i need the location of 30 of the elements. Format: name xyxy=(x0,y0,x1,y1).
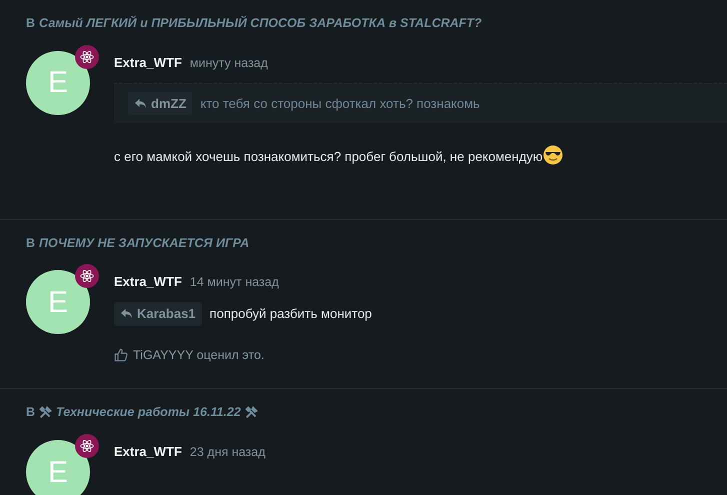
avatar: E xyxy=(26,270,90,334)
reply-icon xyxy=(120,308,133,320)
like-text: TiGAYYYY оценил это. xyxy=(133,346,264,364)
topic-link[interactable]: Технические работы 16.11.22 xyxy=(56,403,241,422)
message-text: с его мамкой хочешь познакомиться? пробег большой, не рекомендую xyxy=(114,149,543,164)
reply-author-link[interactable]: dmZZ xyxy=(128,92,192,115)
reply-author-link[interactable]: Karabas1 xyxy=(114,302,202,326)
atom-icon xyxy=(80,269,94,284)
author-link[interactable]: Extra_WTF xyxy=(114,442,182,462)
topic-link[interactable]: Самый ЛЕГКИЙ и ПРИБЫЛЬНЫЙ СПОСОБ ЗАРАБОТКА в STALCRAFT? xyxy=(39,14,482,33)
post-time: 23 дня назад xyxy=(190,444,266,461)
avatar: E xyxy=(26,440,90,495)
author-link[interactable]: Extra_WTF xyxy=(114,52,182,72)
author-link[interactable]: Extra_WTF xyxy=(114,272,182,292)
post-time: минуту назад xyxy=(190,54,268,72)
tools-icon xyxy=(39,406,52,420)
reply-icon xyxy=(134,98,147,109)
avatar: E xyxy=(26,50,90,115)
message-text: попробуй разбить монитор xyxy=(210,306,372,321)
topic-link[interactable]: ПОЧЕМУ НЕ ЗАПУСКАЕТСЯ ИГРА xyxy=(39,234,250,252)
cool-emoji-icon xyxy=(542,145,563,165)
topic-prefix: В xyxy=(26,234,36,252)
post-time: 14 минут назад xyxy=(190,274,279,292)
thumbs-up-icon xyxy=(114,348,128,362)
atom-icon xyxy=(80,50,94,64)
tools-icon xyxy=(244,406,258,420)
topic-prefix: В xyxy=(26,404,36,422)
atom-icon xyxy=(80,439,94,453)
quote-text: кто тебя со стороны сфоткал хоть? познакомь xyxy=(200,94,480,113)
topic-prefix: В xyxy=(26,15,36,32)
